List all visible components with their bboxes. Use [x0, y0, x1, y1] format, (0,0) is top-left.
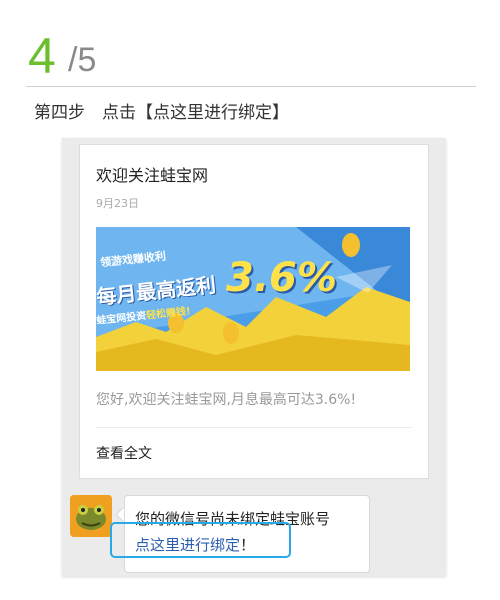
step-instruction: 第四步 点击【点这里进行绑定】 — [34, 103, 289, 123]
highlight-box — [110, 522, 291, 558]
article-card[interactable]: 欢迎关注蛙宝网 9月23日 领游戏赚收利 每月最高返利 蛙宝网投资轻松赚钱! 3… — [79, 144, 429, 479]
frog-avatar-icon[interactable] — [70, 495, 112, 537]
banner-rate: 3.6% — [226, 255, 337, 301]
step-current: 4 — [28, 28, 56, 84]
read-more-link[interactable]: 查看全文 — [96, 443, 152, 463]
article-date: 9月23日 — [96, 197, 139, 210]
header-divider — [26, 86, 476, 87]
card-divider — [96, 427, 412, 428]
article-description: 您好,欢迎关注蛙宝网,月息最高可达3.6%! — [96, 392, 357, 408]
coin-icon — [223, 322, 239, 344]
article-title[interactable]: 欢迎关注蛙宝网 — [96, 162, 208, 186]
article-banner[interactable]: 领游戏赚收利 每月最高返利 蛙宝网投资轻松赚钱! 3.6% — [96, 227, 410, 371]
coin-icon — [342, 233, 360, 257]
step-total: /5 — [68, 41, 97, 79]
